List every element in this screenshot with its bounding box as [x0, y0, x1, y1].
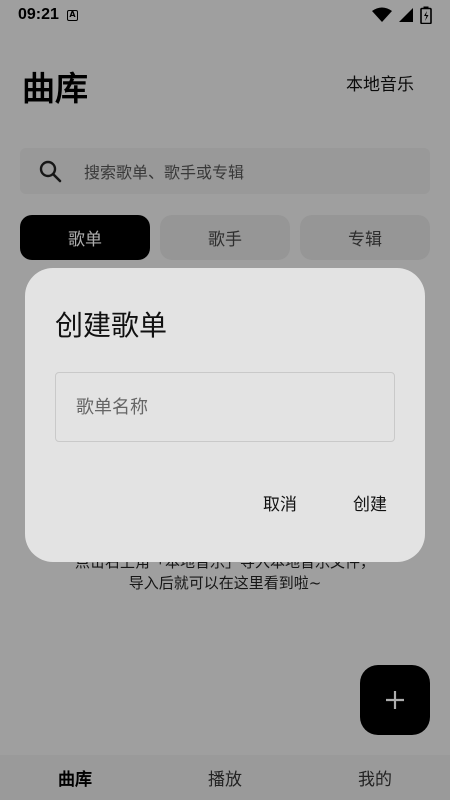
cancel-button[interactable]: 取消 — [255, 486, 305, 519]
dialog-actions: 取消 创建 — [255, 486, 395, 519]
create-playlist-dialog: 创建歌单 取消 创建 — [25, 268, 425, 562]
create-button[interactable]: 创建 — [345, 486, 395, 519]
dialog-title: 创建歌单 — [55, 309, 168, 342]
playlist-name-input[interactable] — [55, 372, 395, 442]
